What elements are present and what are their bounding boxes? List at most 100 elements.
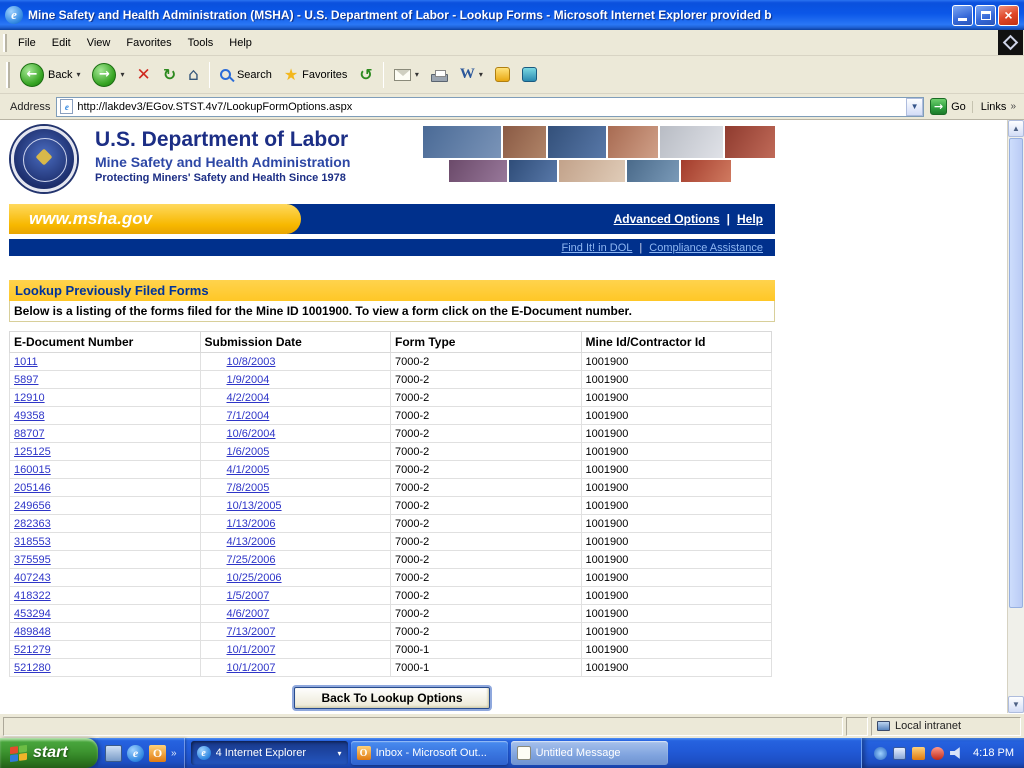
mail-dropdown-icon[interactable]: ▾ bbox=[415, 70, 419, 79]
submission-date-link[interactable]: 1/9/2004 bbox=[227, 374, 270, 386]
edocument-link[interactable]: 453294 bbox=[14, 608, 51, 620]
menu-file[interactable]: File bbox=[10, 32, 44, 54]
edit-dropdown-icon[interactable]: ▾ bbox=[479, 70, 483, 79]
submission-date-link[interactable]: 4/13/2006 bbox=[227, 536, 276, 548]
advanced-options-link[interactable]: Advanced Options bbox=[614, 212, 720, 226]
edocument-link[interactable]: 249656 bbox=[14, 500, 51, 512]
submission-date-link[interactable]: 10/25/2006 bbox=[227, 572, 282, 584]
edocument-link[interactable]: 125125 bbox=[14, 446, 51, 458]
edocument-link[interactable]: 489848 bbox=[14, 626, 51, 638]
edocument-link[interactable]: 12910 bbox=[14, 392, 45, 404]
messenger-tray-icon[interactable] bbox=[874, 747, 887, 760]
stop-button[interactable]: ✕ bbox=[131, 62, 157, 88]
update-tray-icon[interactable] bbox=[912, 747, 925, 760]
menu-favorites[interactable]: Favorites bbox=[118, 32, 179, 54]
submission-date-link[interactable]: 4/6/2007 bbox=[227, 608, 270, 620]
table-cell: 10/13/2005 bbox=[200, 497, 391, 515]
submission-date-link[interactable]: 7/25/2006 bbox=[227, 554, 276, 566]
menu-help[interactable]: Help bbox=[221, 32, 260, 54]
submission-date-link[interactable]: 4/1/2005 bbox=[227, 464, 270, 476]
links-chevron-icon[interactable]: » bbox=[1010, 101, 1016, 112]
submission-date-link[interactable]: 1/6/2005 bbox=[227, 446, 270, 458]
security-tray-icon[interactable] bbox=[931, 747, 944, 760]
forward-arrow-icon: → bbox=[92, 63, 116, 87]
minimize-button[interactable] bbox=[952, 5, 973, 26]
submission-date-link[interactable]: 10/1/2007 bbox=[227, 662, 276, 674]
edocument-link[interactable]: 282363 bbox=[14, 518, 51, 530]
forward-dropdown-icon[interactable]: ▾ bbox=[120, 70, 124, 79]
group-dropdown-icon[interactable]: ▾ bbox=[338, 749, 342, 758]
compliance-assistance-link[interactable]: Compliance Assistance bbox=[649, 242, 763, 254]
edocument-link[interactable]: 407243 bbox=[14, 572, 51, 584]
search-button[interactable]: Search bbox=[214, 66, 278, 84]
address-dropdown-icon[interactable]: ▼ bbox=[906, 98, 923, 116]
back-to-lookup-options-button[interactable]: Back To Lookup Options bbox=[294, 687, 489, 709]
mail-button[interactable]: ▾ bbox=[388, 66, 425, 84]
close-button[interactable]: × bbox=[998, 5, 1019, 26]
go-button[interactable]: → Go bbox=[930, 98, 966, 115]
submission-date-link[interactable]: 7/8/2005 bbox=[227, 482, 270, 494]
show-desktop-icon[interactable] bbox=[105, 745, 122, 762]
find-it-in-dol-link[interactable]: Find It! in DOL bbox=[561, 242, 632, 254]
taskbar-group-internet-explorer[interactable]: e 4 Internet Explorer ▾ bbox=[191, 741, 348, 765]
messenger-button[interactable] bbox=[516, 64, 543, 85]
discuss-button[interactable] bbox=[489, 64, 516, 85]
toolbar-grip[interactable] bbox=[3, 34, 7, 52]
help-link[interactable]: Help bbox=[737, 212, 763, 226]
volume-tray-icon[interactable] bbox=[950, 747, 963, 760]
ie-quicklaunch-icon[interactable]: e bbox=[127, 745, 144, 762]
edit-with-word-button[interactable]: W ▾ bbox=[454, 63, 489, 86]
edocument-link[interactable]: 88707 bbox=[14, 428, 45, 440]
toolbar-grip[interactable] bbox=[6, 62, 10, 88]
forward-button[interactable]: → ▾ bbox=[86, 60, 130, 90]
taskbar-button-outlook-inbox[interactable]: O Inbox - Microsoft Out... bbox=[351, 741, 508, 765]
edocument-link[interactable]: 375595 bbox=[14, 554, 51, 566]
submission-date-link[interactable]: 1/5/2007 bbox=[227, 590, 270, 602]
edocument-link[interactable]: 205146 bbox=[14, 482, 51, 494]
scroll-down-button[interactable]: ▼ bbox=[1008, 696, 1024, 713]
menu-edit[interactable]: Edit bbox=[44, 32, 79, 54]
menu-tools[interactable]: Tools bbox=[180, 32, 222, 54]
print-button[interactable] bbox=[425, 65, 454, 85]
maximize-button[interactable] bbox=[975, 5, 996, 26]
history-button[interactable]: ↺ bbox=[353, 62, 378, 87]
back-button[interactable]: ← Back ▾ bbox=[14, 60, 86, 90]
scrollbar-thumb[interactable] bbox=[1009, 138, 1023, 608]
quicklaunch-chevron-icon[interactable]: » bbox=[171, 748, 177, 759]
scroll-up-button[interactable]: ▲ bbox=[1008, 120, 1024, 137]
address-input[interactable]: e http://lakdev3/EGov.STST.4v7/LookupFor… bbox=[56, 97, 924, 117]
edocument-link[interactable]: 160015 bbox=[14, 464, 51, 476]
network-tray-icon[interactable] bbox=[893, 747, 906, 760]
submission-date-link[interactable]: 1/13/2006 bbox=[227, 518, 276, 530]
submission-date-link[interactable]: 7/13/2007 bbox=[227, 626, 276, 638]
outlook-quicklaunch-icon[interactable]: O bbox=[149, 745, 166, 762]
menu-view[interactable]: View bbox=[79, 32, 119, 54]
start-button[interactable]: start bbox=[0, 738, 98, 768]
submission-date-link[interactable]: 10/13/2005 bbox=[227, 500, 282, 512]
edocument-link[interactable]: 1011 bbox=[14, 356, 38, 368]
favorites-button[interactable]: ★ Favorites bbox=[278, 62, 354, 88]
refresh-button[interactable]: ↻ bbox=[157, 62, 182, 87]
submission-date-link[interactable]: 10/6/2004 bbox=[227, 428, 276, 440]
vertical-scrollbar[interactable]: ▲ ▼ bbox=[1007, 120, 1024, 713]
edocument-link[interactable]: 5897 bbox=[14, 374, 38, 386]
edocument-link[interactable]: 318553 bbox=[14, 536, 51, 548]
edocument-link[interactable]: 521280 bbox=[14, 662, 51, 674]
submission-date-link[interactable]: 7/1/2004 bbox=[227, 410, 270, 422]
address-url[interactable]: http://lakdev3/EGov.STST.4v7/LookupFormO… bbox=[77, 101, 906, 113]
submission-date-link[interactable]: 10/8/2003 bbox=[227, 356, 276, 368]
table-cell: 1001900 bbox=[581, 587, 772, 605]
taskbar-clock[interactable]: 4:18 PM bbox=[969, 747, 1014, 759]
back-dropdown-icon[interactable]: ▾ bbox=[76, 70, 80, 79]
msha-site-tab[interactable]: www.msha.gov bbox=[9, 204, 301, 234]
home-button[interactable]: ⌂ bbox=[182, 62, 205, 88]
taskbar-button-untitled-message[interactable]: Untitled Message bbox=[511, 741, 668, 765]
edocument-link[interactable]: 521279 bbox=[14, 644, 51, 656]
links-toolbar[interactable]: Links » bbox=[972, 101, 1020, 113]
submission-date-link[interactable]: 10/1/2007 bbox=[227, 644, 276, 656]
edocument-link[interactable]: 49358 bbox=[14, 410, 45, 422]
table-cell: 282363 bbox=[10, 515, 201, 533]
edocument-link[interactable]: 418322 bbox=[14, 590, 51, 602]
scrollbar-track[interactable] bbox=[1008, 137, 1024, 696]
submission-date-link[interactable]: 4/2/2004 bbox=[227, 392, 270, 404]
